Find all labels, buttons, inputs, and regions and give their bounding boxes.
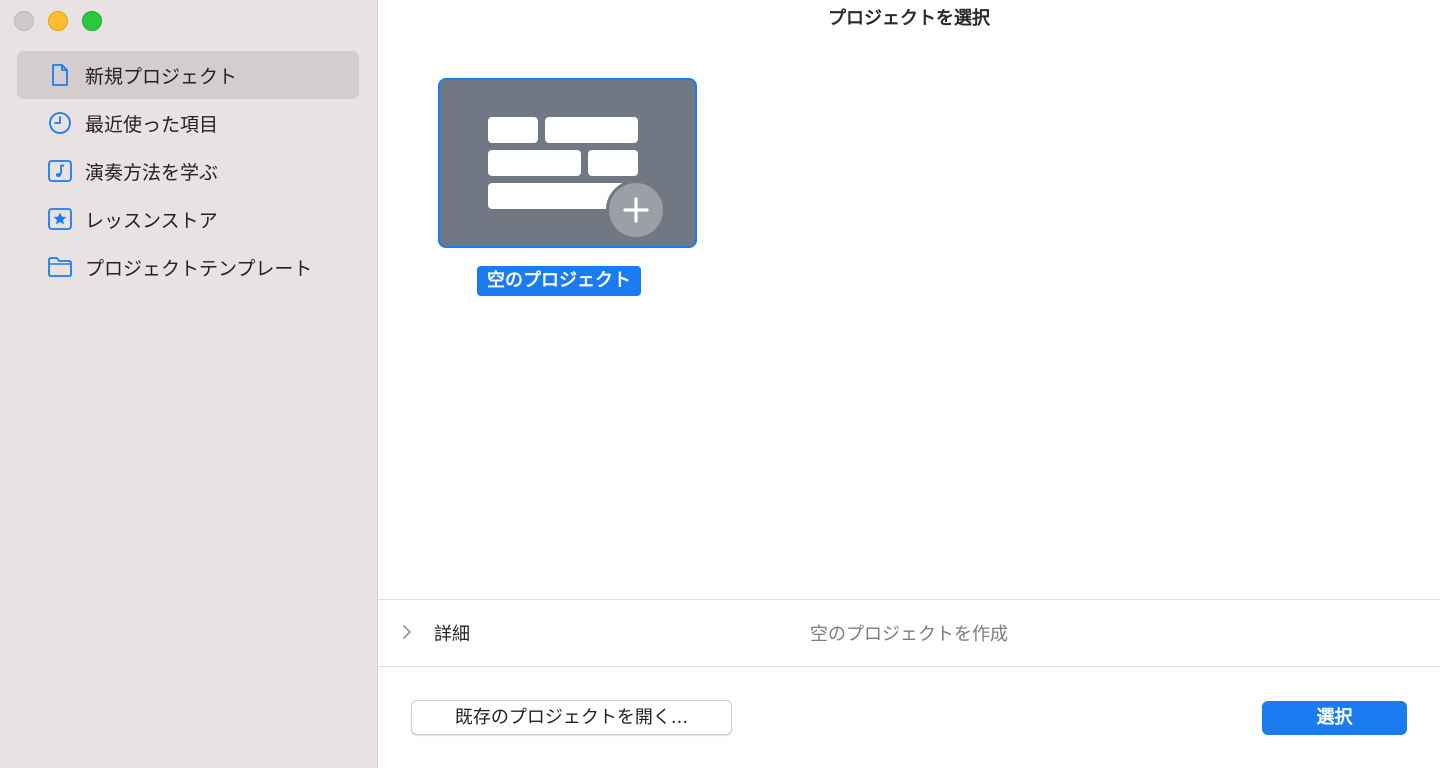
main-panel: プロジェクトを選択 空のプロジェクト 詳細 空のプロジェクトを作成 既存のプロジ…: [378, 0, 1440, 768]
sidebar-item-label: 新規プロジェクト: [85, 65, 238, 88]
sidebar-item-recent[interactable]: 最近使った項目: [17, 99, 359, 147]
window-close-button[interactable]: [14, 11, 34, 31]
sidebar-list: 新規プロジェクト 最近使った項目 演奏方法を学ぶ レッスンストア プロジェクトテ…: [17, 51, 359, 291]
empty-project-tile[interactable]: [440, 80, 695, 246]
details-row: 詳細 空のプロジェクトを作成: [378, 600, 1440, 666]
sidebar-item-label: プロジェクトテンプレート: [85, 257, 313, 280]
window-minimize-button[interactable]: [48, 11, 68, 31]
sidebar-item-learn-to-play[interactable]: 演奏方法を学ぶ: [17, 147, 359, 195]
sidebar-item-new-project[interactable]: 新規プロジェクト: [17, 51, 359, 99]
sidebar-item-label: 最近使った項目: [85, 113, 219, 136]
star-icon: [47, 206, 73, 232]
select-button[interactable]: 選択: [1262, 701, 1407, 735]
sidebar-item-project-templates[interactable]: プロジェクトテンプレート: [17, 243, 359, 291]
sidebar-item-label: 演奏方法を学ぶ: [85, 161, 219, 184]
open-existing-project-button[interactable]: 既存のプロジェクトを開く...: [411, 700, 732, 735]
sidebar: 新規プロジェクト 最近使った項目 演奏方法を学ぶ レッスンストア プロジェクトテ…: [0, 0, 378, 768]
sidebar-item-label: レッスンストア: [85, 209, 218, 232]
project-chooser-window: 新規プロジェクト 最近使った項目 演奏方法を学ぶ レッスンストア プロジェクトテ…: [0, 0, 1440, 768]
window-title: プロジェクトを選択: [828, 8, 990, 29]
region-block: [488, 117, 538, 143]
document-icon: [47, 62, 73, 88]
window-zoom-button[interactable]: [82, 11, 102, 31]
region-block: [488, 150, 581, 176]
music-note-icon: [47, 158, 73, 184]
region-block: [545, 117, 638, 143]
folder-icon: [47, 254, 73, 280]
clock-icon: [47, 110, 73, 136]
divider: [378, 666, 1440, 667]
sidebar-item-lesson-store[interactable]: レッスンストア: [17, 195, 359, 243]
plus-icon: [606, 180, 666, 240]
region-block: [588, 150, 638, 176]
empty-project-label[interactable]: 空のプロジェクト: [477, 266, 641, 296]
details-description: 空のプロジェクトを作成: [810, 624, 1008, 645]
